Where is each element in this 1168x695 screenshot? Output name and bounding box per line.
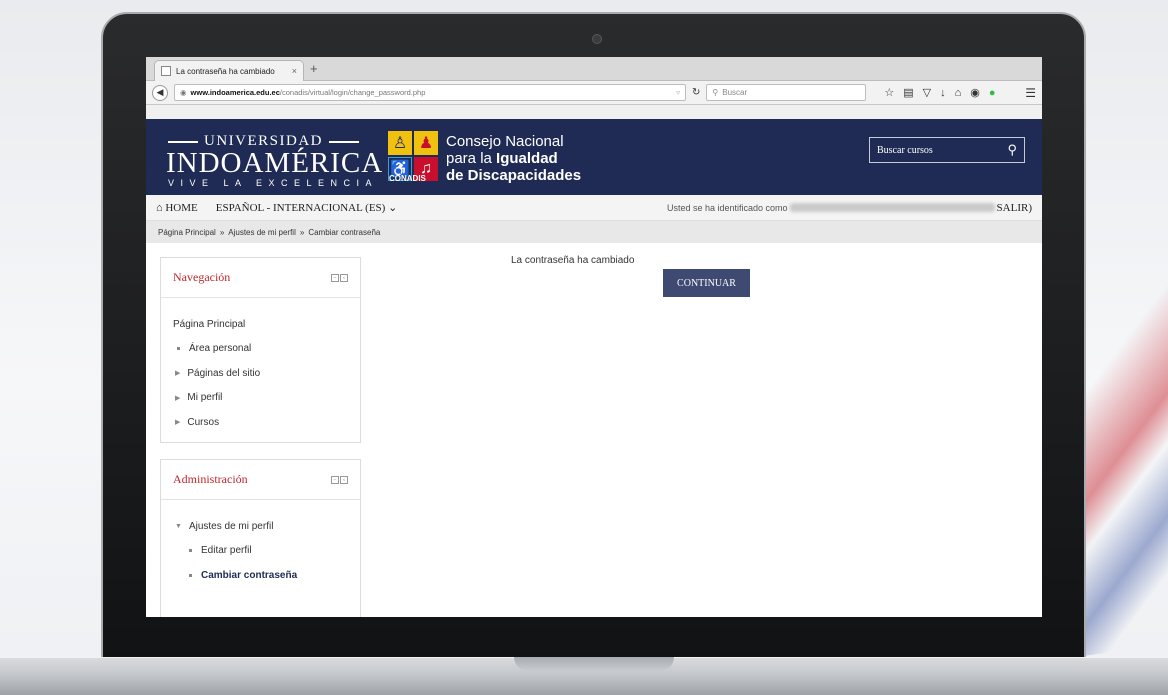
star-icon[interactable]: ☆ xyxy=(884,86,894,99)
menu-icon[interactable]: ☰ xyxy=(1025,86,1036,100)
download-icon[interactable]: ↓ xyxy=(940,87,946,99)
globe-icon: ◉ xyxy=(180,88,187,97)
site-header: UNIVERSIDAD INDOAMÉRICA VIVE LA EXCELENC… xyxy=(146,119,1042,195)
spacer xyxy=(146,105,1042,119)
bullet-icon xyxy=(189,573,192,577)
home-icon[interactable]: ⌂ xyxy=(955,87,962,99)
url-path: /conadis/virtual/login/change_password.p… xyxy=(279,88,426,97)
dock-icon[interactable]: ‹ xyxy=(340,475,348,484)
people-icon: ♙ xyxy=(388,131,412,155)
dropdown-icon[interactable]: ▿ xyxy=(676,88,680,97)
navigation-bar: ◀ ◉ www.indoamerica.edu.ec/conadis/virtu… xyxy=(146,81,1042,105)
nav-item-cursos[interactable]: ▶ Cursos xyxy=(173,410,348,435)
pocket-icon[interactable]: ▽ xyxy=(923,86,931,99)
block-title: Administración − ‹ xyxy=(161,460,360,500)
favicon-icon xyxy=(161,66,171,76)
clipboard-icon[interactable]: ▤ xyxy=(903,86,913,99)
expand-arrow-icon: ▶ xyxy=(175,394,181,402)
university-tagline: VIVE LA EXCELENCIA xyxy=(168,178,379,188)
search-placeholder: Buscar xyxy=(722,88,748,97)
laptop-notch xyxy=(514,657,674,671)
browser-screen: La contraseña ha cambiado × + ◀ ◉ www.in… xyxy=(146,57,1042,617)
breadcrumb-item[interactable]: Página Principal xyxy=(158,228,216,237)
admin-item-ajustes-perfil[interactable]: ▼ Ajustes de mi perfil xyxy=(173,514,348,539)
block-controls: − ‹ xyxy=(331,475,348,484)
tab-close-icon[interactable]: × xyxy=(292,66,297,76)
breadcrumb-separator: » xyxy=(219,227,225,237)
search-icon: ⚲ xyxy=(712,88,719,97)
search-courses-input[interactable]: Buscar cursos ⚲ xyxy=(869,137,1025,163)
success-message: La contraseña ha cambiado xyxy=(511,255,635,266)
nav-item-home[interactable]: Página Principal xyxy=(173,312,348,337)
logout-link[interactable]: SALIR) xyxy=(997,202,1032,214)
url-domain: www.indoamerica.edu.ec xyxy=(190,88,280,97)
url-bar[interactable]: ◉ www.indoamerica.edu.ec/conadis/virtual… xyxy=(174,84,686,101)
expand-arrow-icon: ▶ xyxy=(175,419,181,427)
administration-block: Administración − ‹ ▼ Ajustes de mi perfil… xyxy=(160,459,361,617)
breadcrumb-item[interactable]: Ajustes de mi perfil xyxy=(228,228,296,237)
university-logo[interactable]: INDOAMÉRICA xyxy=(166,147,383,180)
collapse-icon[interactable]: − xyxy=(331,475,339,484)
bullet-icon xyxy=(189,549,192,553)
reload-icon[interactable]: ↻ xyxy=(692,87,700,98)
new-tab-button[interactable]: + xyxy=(310,61,318,76)
block-controls: − ‹ xyxy=(331,273,348,282)
main-content: Navegación − ‹ Página Principal Área per… xyxy=(146,243,1042,617)
breadcrumb-item[interactable]: Cambiar contraseña xyxy=(308,228,380,237)
breadcrumb: Página Principal » Ajustes de mi perfil … xyxy=(146,221,1042,243)
breadcrumb-separator: » xyxy=(299,227,305,237)
consejo-nacional-text: Consejo Nacional para la Igualdad de Dis… xyxy=(446,133,582,184)
browser-tab[interactable]: La contraseña ha cambiado × xyxy=(154,60,304,81)
dock-icon[interactable]: ‹ xyxy=(340,273,348,282)
admin-item-cambiar-contrasena[interactable]: Cambiar contraseña xyxy=(173,563,348,588)
green-circle-icon[interactable]: ● xyxy=(989,87,996,99)
nav-item-mi-perfil[interactable]: ▶ Mi perfil xyxy=(173,386,348,411)
search-courses-label: Buscar cursos xyxy=(877,144,933,156)
bullet-icon xyxy=(177,347,180,351)
main-menu: ⌂ HOME ESPAÑOL - INTERNACIONAL (ES) ⌄ Us… xyxy=(146,195,1042,221)
expand-arrow-icon: ▶ xyxy=(175,370,181,378)
collapse-icon[interactable]: − xyxy=(331,273,339,282)
navigation-block: Navegación − ‹ Página Principal Área per… xyxy=(160,257,361,443)
collapse-arrow-icon: ▼ xyxy=(175,522,182,530)
search-icon[interactable]: ⚲ xyxy=(1007,142,1017,158)
continue-button[interactable]: CONTINUAR xyxy=(663,269,750,297)
tab-bar: La contraseña ha cambiado × + xyxy=(146,57,1042,81)
camera-icon xyxy=(592,34,602,44)
blind-person-icon: ♟ xyxy=(414,131,438,155)
tab-title: La contraseña ha cambiado xyxy=(176,66,275,76)
conadis-label: CONADIS xyxy=(389,174,426,183)
user-name[interactable] xyxy=(789,203,995,212)
nav-item-paginas-sitio[interactable]: ▶ Páginas del sitio xyxy=(173,361,348,386)
browser-toolbar: ☆ ▤ ▽ ↓ ⌂ ◉ ● xyxy=(884,86,996,100)
block-title: Navegación − ‹ xyxy=(161,258,360,298)
home-link[interactable]: ⌂ HOME xyxy=(156,202,198,214)
browser-search-input[interactable]: ⚲ Buscar xyxy=(706,84,867,101)
nav-item-area-personal[interactable]: Área personal xyxy=(173,337,348,362)
admin-item-editar-perfil[interactable]: Editar perfil xyxy=(173,539,348,564)
login-info: Usted se ha identificado como SALIR) xyxy=(666,201,1032,214)
language-menu[interactable]: ESPAÑOL - INTERNACIONAL (ES) ⌄ xyxy=(216,201,398,214)
chat-icon[interactable]: ◉ xyxy=(970,86,980,99)
back-arrow-icon[interactable]: ◀ xyxy=(152,84,168,101)
